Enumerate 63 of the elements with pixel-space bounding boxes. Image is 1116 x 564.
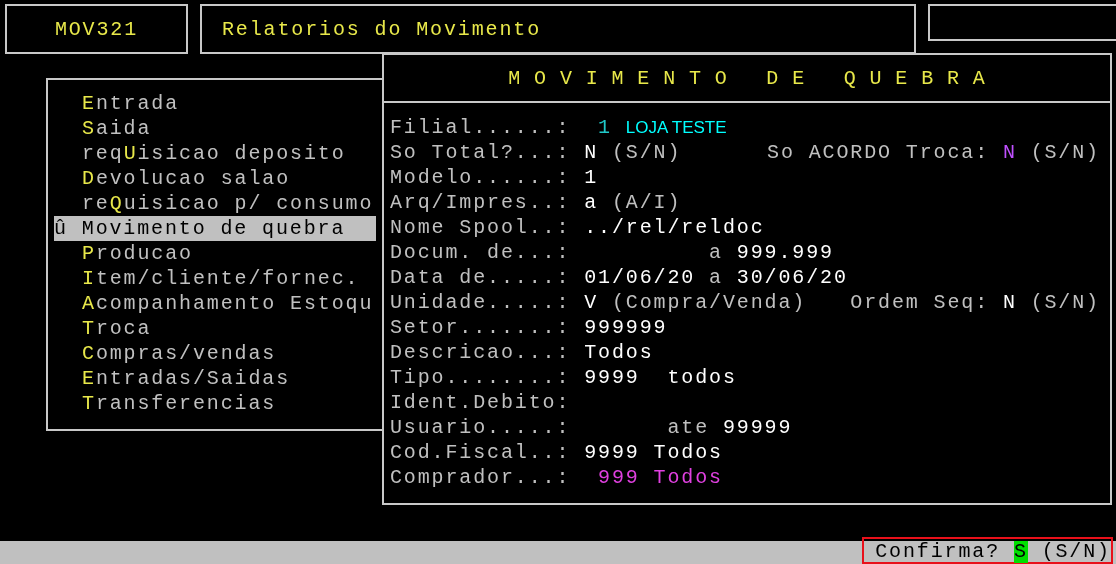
menu-item[interactable]: I tem/cliente/fornec. xyxy=(54,266,376,291)
field-label: Usuario.....: xyxy=(390,415,571,440)
field-label: Docum. de...: xyxy=(390,240,571,265)
field-value: (S/N) xyxy=(1030,290,1100,315)
field-value: 1 xyxy=(584,165,599,190)
confirm-answer-field[interactable]: S xyxy=(1013,540,1028,563)
confirm-options: (S/N) xyxy=(1041,540,1111,563)
field-value: a xyxy=(708,240,723,265)
field-value: 01/06/20 xyxy=(584,265,696,290)
menu-item[interactable]: Compras/vendas xyxy=(54,341,376,366)
field-label: Tipo........: xyxy=(390,365,571,390)
confirm-prompt: Confirma? xyxy=(875,540,1001,563)
field-value: ../rel/reldoc xyxy=(584,215,765,240)
field-label: So Total?...: xyxy=(390,140,571,165)
menu-item[interactable]: P roducao xyxy=(54,241,376,266)
field-value: V xyxy=(584,290,599,315)
field-label: Ordem Seq: xyxy=(850,290,990,315)
field-value: a xyxy=(709,265,723,290)
form-title: M O V I M E N T O D E Q U E B R A xyxy=(508,66,986,90)
field-value: 99999 xyxy=(722,415,793,440)
field-value: Todos xyxy=(653,465,723,490)
field-label: Arq/Impres..: xyxy=(390,190,571,215)
field-value: Todos xyxy=(584,340,654,365)
menu-item[interactable]: Saida xyxy=(54,116,376,141)
field-value: N xyxy=(1002,290,1017,315)
field-label: Filial......: xyxy=(390,115,571,140)
field-label: So ACORDO Troca: xyxy=(767,140,990,165)
menu-item[interactable]: Acompanhamento Estoqu xyxy=(54,291,376,316)
field-value: 30/06/20 xyxy=(736,265,848,290)
field-value: LOJA TESTE xyxy=(625,117,727,139)
menu-item[interactable]: Troca xyxy=(54,316,376,341)
field-value: 999 xyxy=(597,465,640,490)
field-label: Nome Spool..: xyxy=(390,215,571,240)
field-label: Modelo......: xyxy=(390,165,571,190)
menu-item[interactable]: û Movimento de quebra xyxy=(54,216,376,241)
field-value: ate xyxy=(666,415,710,440)
menu-item[interactable]: Devolucao salao xyxy=(54,166,376,191)
field-value: 9999 Todos xyxy=(584,440,723,465)
field-value: 999999 xyxy=(584,315,668,340)
screen-title: Relatorios do Movimento xyxy=(222,16,542,42)
field-value: a xyxy=(584,190,599,215)
field-value: (Compra/Venda) xyxy=(611,290,807,315)
menu-item[interactable]: req Uisicao deposito xyxy=(54,141,376,166)
field-label: Data de.....: xyxy=(390,265,571,290)
menu-item[interactable]: Transferencias xyxy=(54,391,376,416)
field-label: Comprador...: xyxy=(390,465,571,490)
field-label: Descricao...: xyxy=(390,340,571,365)
field-value: (S/N) xyxy=(1030,140,1100,165)
field-value: N xyxy=(1002,140,1017,165)
field-value: 1 xyxy=(597,115,612,140)
field-value: 999.999 xyxy=(736,240,834,265)
field-label: Ident.Debito: xyxy=(390,390,571,415)
field-label: Cod.Fiscal..: xyxy=(390,440,571,465)
program-code: MOV321 xyxy=(54,16,139,42)
menu-item[interactable]: reQuisicao p/ consumo xyxy=(54,191,376,216)
field-value: (A/I) xyxy=(611,190,682,215)
field-value: 9999 todos xyxy=(584,365,737,390)
field-value: (S/N) xyxy=(611,140,682,165)
menu-item[interactable]: Entrada xyxy=(54,91,376,116)
field-label: Setor.......: xyxy=(390,315,571,340)
menu-item[interactable]: Entradas/Saidas xyxy=(54,366,376,391)
field-label: Unidade.....: xyxy=(390,290,571,315)
field-value: N xyxy=(584,140,599,165)
